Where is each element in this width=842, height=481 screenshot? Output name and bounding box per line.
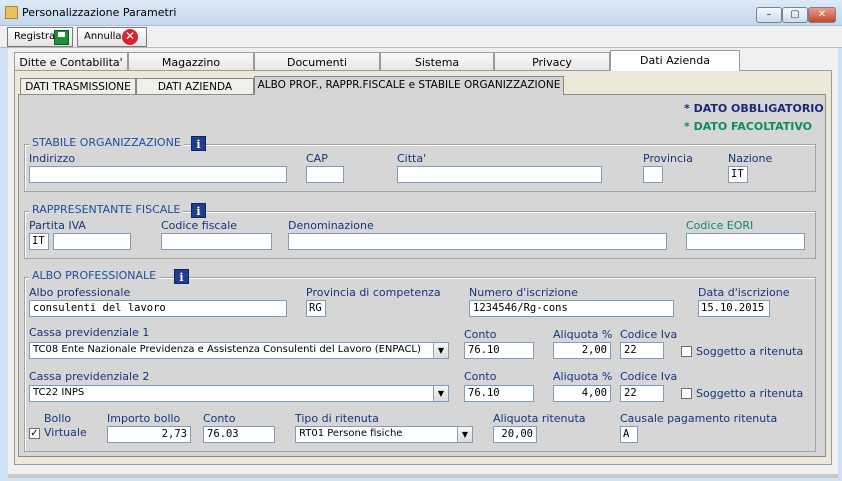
- conto2-label: Conto: [464, 370, 497, 383]
- tipo-ritenuta-value: RT01 Persone fisiche: [299, 428, 403, 439]
- chevron-down-icon[interactable]: ▼: [433, 343, 448, 358]
- aliquota2-label: Aliquota %: [553, 370, 613, 383]
- codiva2-input[interactable]: 22: [620, 385, 664, 402]
- rappresentante-title: RAPPRESENTANTE FISCALE: [29, 203, 184, 216]
- cassa2-label: Cassa previdenziale 2: [29, 370, 150, 383]
- ritenuta2-label: Soggetto a ritenuta: [696, 387, 804, 400]
- required-legend: * DATO OBBLIGATORIO: [684, 102, 824, 115]
- importo-bollo-input[interactable]: 2,73: [107, 426, 191, 443]
- cap-label: CAP: [306, 152, 328, 165]
- aliquota1-input[interactable]: 2,00: [553, 342, 611, 359]
- optional-legend: * DATO FACOLTATIVO: [684, 120, 813, 133]
- indirizzo-input[interactable]: [29, 166, 287, 183]
- info-icon[interactable]: i: [191, 203, 206, 218]
- causale-label: Causale pagamento ritenuta: [620, 412, 778, 425]
- minimize-button[interactable]: –: [756, 7, 782, 23]
- denominazione-input[interactable]: [288, 233, 667, 250]
- tipo-ritenuta-select[interactable]: RT01 Persone fisiche ▼: [295, 426, 473, 443]
- provincia-competenza-input[interactable]: RG: [306, 300, 326, 317]
- subtab-dati-azienda[interactable]: DATI AZIENDA: [136, 78, 254, 94]
- albo-title: ALBO PROFESSIONALE: [29, 269, 160, 282]
- conto2-input[interactable]: 76.10: [464, 385, 534, 402]
- cassa2-select[interactable]: TC22 INPS ▼: [29, 385, 449, 402]
- piva-input[interactable]: [53, 233, 131, 250]
- tab-sistema[interactable]: Sistema: [380, 52, 494, 70]
- aliquota-ritenuta-label: Aliquota ritenuta: [493, 412, 586, 425]
- app-icon: [5, 6, 18, 19]
- info-icon[interactable]: i: [174, 269, 189, 284]
- cancel-icon: ✕: [122, 29, 138, 45]
- conto1-input[interactable]: 76.10: [464, 342, 534, 359]
- bottom-border: [8, 474, 838, 478]
- piva-label: Partita IVA: [29, 219, 86, 232]
- provincia-label: Provincia: [643, 152, 693, 165]
- tab-ditte[interactable]: Ditte e Contabilita': [14, 52, 128, 70]
- ritenuta2-checkbox[interactable]: [681, 388, 692, 399]
- cf-label: Codice fiscale: [161, 219, 238, 232]
- title-bar: Personalizzazione Parametri – ▢ ✕: [0, 0, 842, 26]
- codiva2-label: Codice Iva: [620, 370, 678, 383]
- eori-input[interactable]: [686, 233, 805, 250]
- data-iscrizione-label: Data d'iscrizione: [698, 286, 790, 299]
- piva-country-input[interactable]: IT: [29, 233, 49, 250]
- stabile-title: STABILE ORGANIZZAZIONE: [29, 136, 184, 149]
- tab-magazzino[interactable]: Magazzino: [128, 52, 254, 70]
- tab-documenti[interactable]: Documenti: [254, 52, 380, 70]
- numero-iscrizione-label: Numero d'iscrizione: [469, 286, 578, 299]
- provincia-competenza-label: Provincia di competenza: [306, 286, 441, 299]
- cancel-label: Annulla: [84, 31, 122, 42]
- aliquota-ritenuta-input[interactable]: 20,00: [493, 426, 537, 443]
- bollo-label: Bollo: [44, 412, 72, 425]
- toolbar: Registra Annulla ✕: [0, 26, 842, 48]
- close-button[interactable]: ✕: [808, 7, 836, 23]
- chevron-down-icon[interactable]: ▼: [433, 386, 448, 401]
- eori-label: Codice EORI: [686, 219, 754, 232]
- albo-input[interactable]: consulenti del lavoro: [29, 300, 287, 317]
- nazione-input[interactable]: IT: [728, 166, 748, 183]
- conto-bollo-input[interactable]: 76.03: [203, 426, 275, 443]
- cassa2-value: TC22 INPS: [33, 387, 85, 398]
- chevron-down-icon[interactable]: ▼: [457, 427, 472, 442]
- codiva1-label: Codice Iva: [620, 328, 678, 341]
- cancel-button[interactable]: Annulla ✕: [77, 27, 147, 47]
- citta-label: Citta': [397, 152, 427, 165]
- virtuale-label: Virtuale: [44, 426, 87, 439]
- causale-input[interactable]: A: [620, 426, 638, 443]
- importo-bollo-label: Importo bollo: [107, 412, 181, 425]
- data-iscrizione-input[interactable]: 15.10.2015: [698, 300, 770, 317]
- albo-label: Albo professionale: [29, 286, 131, 299]
- save-icon: [54, 30, 69, 45]
- conto1-label: Conto: [464, 328, 497, 341]
- cassa1-select[interactable]: TC08 Ente Nazionale Previdenza e Assiste…: [29, 342, 449, 359]
- citta-input[interactable]: [397, 166, 602, 183]
- denominazione-label: Denominazione: [288, 219, 374, 232]
- info-icon[interactable]: i: [191, 136, 206, 151]
- aliquota2-input[interactable]: 4,00: [553, 385, 611, 402]
- tipo-ritenuta-label: Tipo di ritenuta: [295, 412, 379, 425]
- subtab-dati-trasmissione[interactable]: DATI TRASMISSIONE: [20, 78, 136, 94]
- aliquota1-label: Aliquota %: [553, 328, 613, 341]
- maximize-button[interactable]: ▢: [782, 7, 808, 23]
- codiva1-input[interactable]: 22: [620, 342, 664, 359]
- save-label: Registra: [14, 31, 56, 42]
- cassa1-value: TC08 Ente Nazionale Previdenza e Assiste…: [33, 344, 421, 355]
- provincia-input[interactable]: [643, 166, 663, 183]
- ritenuta1-label: Soggetto a ritenuta: [696, 345, 804, 358]
- cassa1-label: Cassa previdenziale 1: [29, 326, 150, 339]
- subtab-albo[interactable]: ALBO PROF., RAPPR.FISCALE e STABILE ORGA…: [254, 76, 564, 95]
- numero-iscrizione-input[interactable]: 1234546/Rg-cons: [469, 300, 674, 317]
- window-title: Personalizzazione Parametri: [22, 6, 177, 19]
- cf-input[interactable]: [161, 233, 272, 250]
- nazione-label: Nazione: [728, 152, 773, 165]
- save-button[interactable]: Registra: [7, 27, 73, 47]
- tab-privacy[interactable]: Privacy: [494, 52, 610, 70]
- conto-bollo-label: Conto: [203, 412, 236, 425]
- ritenuta1-checkbox[interactable]: [681, 346, 692, 357]
- indirizzo-label: Indirizzo: [29, 152, 76, 165]
- cap-input[interactable]: [306, 166, 344, 183]
- tab-dati-azienda[interactable]: Dati Azienda: [610, 50, 740, 71]
- virtuale-checkbox[interactable]: ✓: [29, 428, 40, 439]
